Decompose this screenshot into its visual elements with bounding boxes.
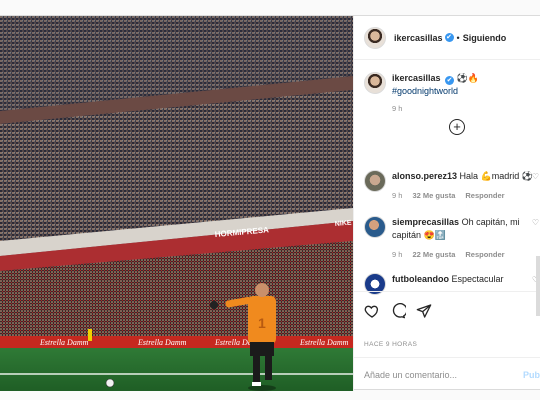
reply-button[interactable]: Responder (465, 191, 504, 200)
comment-username[interactable]: siemprecasillas (392, 217, 459, 227)
banner-estrella-2: Estrella Damm (137, 338, 187, 347)
comment-time[interactable]: 9 h (392, 191, 402, 200)
comment-heart-icon[interactable]: ♡ (532, 172, 539, 181)
caption-username[interactable]: ikercasillas (392, 73, 441, 83)
follow-status-button[interactable]: Siguiendo (463, 33, 507, 43)
comment-heart-icon[interactable]: ♡ (532, 218, 539, 227)
caption-time[interactable]: 9 h (392, 104, 402, 113)
post-header: ikercasillas ✔ • Siguiendo (354, 16, 540, 60)
avatar[interactable] (364, 170, 386, 192)
comment-username[interactable]: futboleandoo (392, 274, 449, 284)
caption-emoji: ⚽🔥 (456, 73, 479, 83)
banner-nike: NIKE (335, 220, 353, 228)
caption: ikercasillas ✔ ⚽🔥 #goodnightworld 9 h (354, 72, 540, 113)
comment-text: Hala 💪madrid ⚽ (459, 171, 533, 181)
comment-username[interactable]: alonso.perez13 (392, 171, 457, 181)
list-item: futboleandoo Espectacular ♡ (354, 273, 540, 295)
list-item: siemprecasillas Oh capitán, mi capitán 😍… (354, 216, 540, 259)
heart-icon[interactable] (364, 303, 380, 319)
avatar[interactable] (364, 26, 386, 49)
verified-badge-icon: ✔ (445, 76, 455, 85)
post-date[interactable]: HACE 9 HORAS (364, 341, 417, 348)
football (105, 378, 115, 388)
scrollbar[interactable] (536, 256, 540, 316)
jersey-number: 1 (258, 315, 266, 331)
avatar[interactable] (364, 216, 386, 238)
caption-hashtag[interactable]: #goodnightworld (392, 86, 458, 96)
comment-input[interactable]: Añade un comentario... (364, 370, 457, 380)
action-bar (354, 291, 540, 329)
publish-button[interactable]: Publi (523, 370, 540, 380)
comments-list: ikercasillas ✔ ⚽🔥 #goodnightworld 9 h + a… (354, 72, 540, 295)
reply-button[interactable]: Responder (465, 250, 504, 259)
comment-likes[interactable]: 32 Me gusta (412, 191, 455, 200)
instagram-post: HORMIPRESA NIKE Estrella Damm Estrella D… (0, 15, 540, 391)
post-sidebar: ikercasillas ✔ • Siguiendo ikercasillas … (353, 16, 540, 391)
separator-dot: • (456, 32, 460, 43)
post-photo[interactable]: HORMIPRESA NIKE Estrella Damm Estrella D… (0, 16, 353, 391)
share-icon[interactable] (416, 303, 432, 319)
comment-likes[interactable]: 22 Me gusta (412, 250, 455, 259)
comment-time[interactable]: 9 h (392, 250, 402, 259)
stadium-photo: HORMIPRESA NIKE Estrella Damm Estrella D… (0, 16, 353, 391)
verified-badge-icon: ✔ (444, 33, 454, 42)
banner-estrella-4: Estrella Damm (299, 338, 349, 347)
post-username[interactable]: ikercasillas (394, 33, 443, 43)
comment-icon[interactable] (390, 302, 406, 319)
add-comment-bar: Añade un comentario... Publi (354, 357, 540, 391)
plus-circle-icon[interactable]: + (449, 119, 465, 135)
comment-text: Espectacular (451, 274, 504, 284)
avatar[interactable] (364, 72, 386, 94)
banner-estrella-1: Estrella Damm (39, 338, 89, 347)
list-item: alonso.perez13 Hala 💪madrid ⚽ 9 h 32 Me … (354, 170, 540, 200)
